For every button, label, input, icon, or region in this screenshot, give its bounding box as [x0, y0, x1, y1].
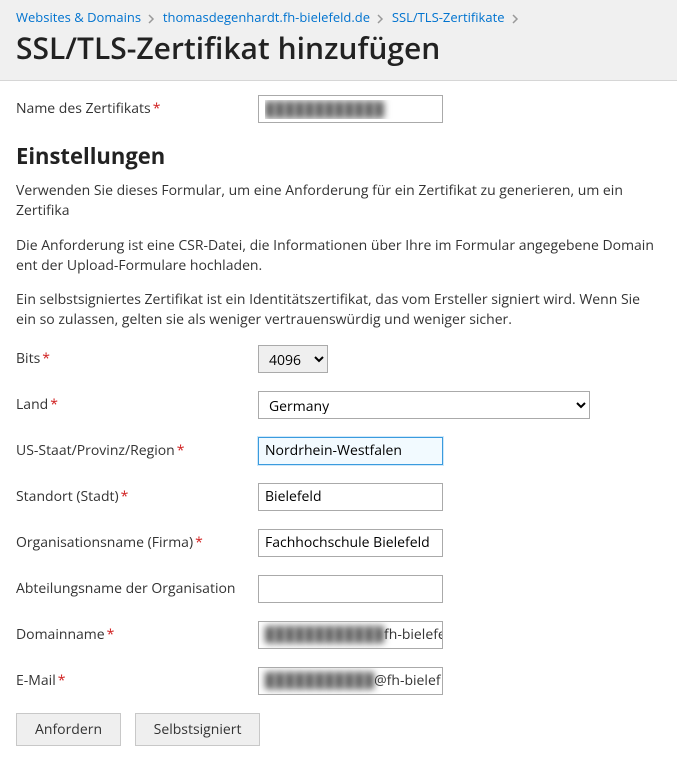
domain-input[interactable]: ████████████fh-bielefel	[258, 621, 443, 649]
org-label: Organisationsname (Firma)*	[16, 529, 258, 552]
state-input[interactable]	[258, 437, 443, 465]
settings-heading: Einstellungen	[16, 141, 661, 171]
city-label: Standort (Stadt)*	[16, 483, 258, 506]
breadcrumb-link-domain[interactable]: thomasdegenhardt.fh-bielefeld.de	[163, 8, 370, 26]
country-label: Land*	[16, 391, 258, 414]
help-paragraph-3: Ein selbstsigniertes Zertifikat ist ein …	[16, 290, 661, 331]
chevron-right-icon	[377, 8, 384, 26]
email-input[interactable]: ███████████@fh-bielef	[258, 667, 443, 695]
email-label: E-Mail*	[16, 667, 258, 690]
chevron-right-icon	[148, 8, 155, 26]
help-paragraph-2: Die Anforderung ist eine CSR-Datei, die …	[16, 236, 661, 277]
cert-name-label: Name des Zertifikats*	[16, 95, 258, 118]
selfsigned-button[interactable]: Selbstsigniert	[135, 713, 261, 746]
bits-label: Bits*	[16, 345, 258, 368]
cert-name-input[interactable]	[258, 95, 443, 123]
breadcrumb-link-ssl[interactable]: SSL/TLS-Zertifikate	[392, 8, 505, 26]
request-button[interactable]: Anfordern	[16, 713, 121, 746]
orgunit-input[interactable]	[258, 575, 443, 603]
help-paragraph-1: Verwenden Sie dieses Formular, um eine A…	[16, 181, 661, 222]
breadcrumb-link-websites[interactable]: Websites & Domains	[16, 8, 141, 26]
country-select[interactable]: Germany	[258, 391, 590, 419]
org-input[interactable]	[258, 529, 443, 557]
state-label: US-Staat/Provinz/Region*	[16, 437, 258, 460]
bits-select[interactable]: 4096	[258, 345, 328, 373]
orgunit-label: Abteilungsname der Organisation	[16, 575, 258, 598]
city-input[interactable]	[258, 483, 443, 511]
page-title: SSL/TLS-Zertifikat hinzufügen	[16, 30, 661, 66]
domain-label: Domainname*	[16, 621, 258, 644]
breadcrumb: Websites & Domains thomasdegenhardt.fh-b…	[16, 8, 661, 26]
chevron-right-icon	[512, 8, 519, 26]
